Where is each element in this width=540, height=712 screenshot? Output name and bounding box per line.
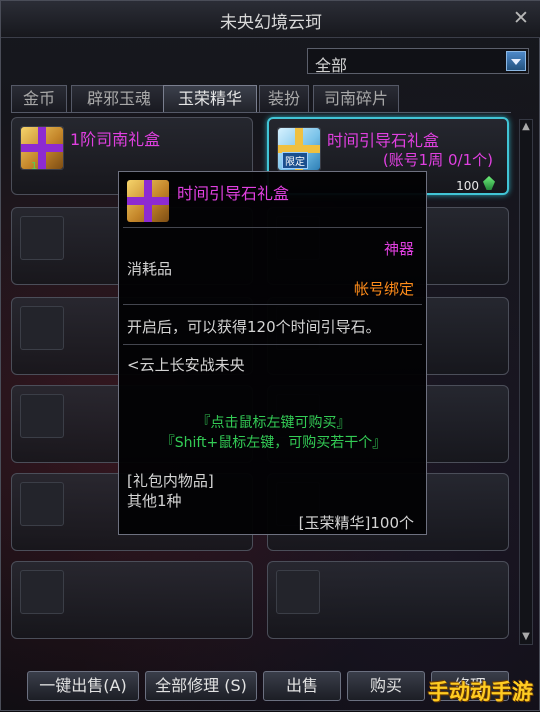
repair-all-button[interactable]: 全部修理 (S) <box>145 671 257 701</box>
item-price: 100 <box>456 179 479 193</box>
item-purchase-limit: (账号1周 0/1个) <box>382 151 493 169</box>
tooltip-item-slot <box>127 180 169 222</box>
tab-outfit[interactable]: 装扮 <box>259 85 309 113</box>
divider <box>123 304 422 305</box>
item-slot <box>20 570 64 614</box>
item-slot: 1 <box>20 126 64 172</box>
tooltip-contents-header: [礼包内物品] <box>127 472 214 490</box>
tooltip-item-type: 消耗品 <box>127 260 173 278</box>
window-title: 未央幻境云珂 <box>220 13 322 33</box>
tooltip-price: [玉荣精华]100个 <box>298 514 414 532</box>
tooltip-effect: 开启后，可以获得120个时间引导石。 <box>127 318 381 336</box>
item-cell-11[interactable] <box>11 561 253 639</box>
sell-all-button[interactable]: 一键出售(A) <box>27 671 139 701</box>
gift-box-icon <box>21 127 63 169</box>
item-quantity: 1 <box>31 161 38 172</box>
title-bar: 未央幻境云珂 ✕ <box>1 1 540 38</box>
jade-crystal-icon <box>483 176 495 190</box>
tooltip-hint-left-click: 『点击鼠标左键可购买』 <box>196 415 351 431</box>
tooltip-contents: 其他1种 <box>127 492 182 510</box>
divider <box>123 344 422 345</box>
item-slot <box>20 482 64 526</box>
item-slot: 限定 <box>277 127 321 171</box>
sell-button[interactable]: 出售 <box>263 671 341 701</box>
tooltip-set-name: <云上长安战未央 <box>127 356 245 374</box>
item-slot <box>20 306 64 350</box>
scroll-down-icon[interactable]: ▼ <box>520 631 532 643</box>
tab-divider <box>11 112 511 113</box>
tab-gold[interactable]: 金币 <box>11 85 67 113</box>
scroll-up-icon[interactable]: ▲ <box>520 121 532 133</box>
tooltip-bind-status: 帐号绑定 <box>353 280 414 298</box>
tooltip-item-name: 时间引导石礼盒 <box>177 184 290 203</box>
dropdown-selected-value: 全部 <box>315 56 348 75</box>
gift-box-icon: 限定 <box>278 128 320 170</box>
watermark-logo: 手动动手游 <box>428 680 533 704</box>
item-tooltip: 时间引导石礼盒 神器 消耗品 帐号绑定 开启后，可以获得120个时间引导石。 <… <box>118 171 427 535</box>
tab-exorcism-jade[interactable]: 辟邪玉魂 <box>71 85 167 113</box>
buy-button[interactable]: 购买 <box>347 671 425 701</box>
tooltip-rarity: 神器 <box>383 240 414 258</box>
divider <box>123 227 422 228</box>
tab-jade-essence[interactable]: 玉荣精华 <box>163 85 257 113</box>
chevron-down-icon[interactable] <box>506 51 526 71</box>
tab-compass-shards[interactable]: 司南碎片 <box>313 85 399 113</box>
item-slot <box>20 394 64 438</box>
gift-box-icon <box>127 180 169 222</box>
item-name: 时间引导石礼盒 <box>327 131 440 150</box>
scrollbar[interactable]: ▲ ▼ <box>519 119 533 645</box>
item-slot <box>276 570 320 614</box>
item-name: 1阶司南礼盒 <box>70 130 161 149</box>
item-cell-12[interactable] <box>267 561 509 639</box>
tooltip-hint-shift-click: 『Shift+鼠标左键，可购买若干个』 <box>160 435 387 451</box>
category-dropdown[interactable]: 全部 <box>307 48 529 75</box>
close-icon[interactable]: ✕ <box>511 8 531 28</box>
item-slot <box>20 216 64 260</box>
limited-badge: 限定 <box>282 152 308 169</box>
shop-window: 未央幻境云珂 ✕ 全部 金币 辟邪玉魂 玉荣精华 装扮 司南碎片 1 1阶司南礼… <box>0 0 540 711</box>
